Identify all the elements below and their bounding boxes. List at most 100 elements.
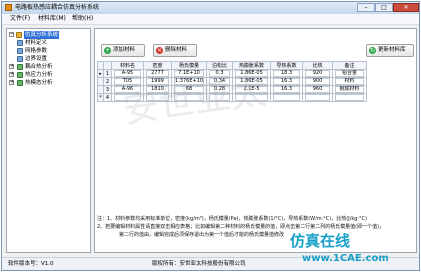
menu-help[interactable]: 帮助(H) (72, 15, 93, 23)
note-line: 2、若要编辑材料属性请直接双击相应表格；比如编辑第二种材料的杨氏模量的值，即点击… (97, 224, 385, 230)
table-cell[interactable]: 960 (302, 85, 334, 94)
maximize-button[interactable]: □ (375, 3, 393, 12)
column-header-name[interactable]: 材料名 (111, 61, 144, 70)
cell-value: 1.376E+10 (174, 78, 205, 85)
tree-item-mesh[interactable]: 网格参数 (17, 47, 89, 55)
analysis-icon (17, 64, 23, 70)
row-number: 2 (103, 77, 112, 86)
column-header-density[interactable]: 密度 (143, 61, 172, 70)
table-cell[interactable] (170, 93, 208, 102)
table-cell[interactable]: 0.28 (206, 85, 234, 94)
cell-value: 2777 (146, 70, 169, 77)
table-cell[interactable] (143, 93, 172, 102)
column-header-conductivity[interactable]: 导热系数 (270, 61, 304, 70)
cell-value: 900 (305, 78, 331, 85)
table-cell[interactable]: 920 (302, 69, 334, 78)
expand-icon[interactable]: + (9, 80, 14, 85)
table-cell[interactable]: A-95 (111, 69, 144, 78)
table-cell[interactable]: 1810 (143, 85, 172, 94)
document-icon (17, 48, 23, 54)
cell-value: 铝合金 (335, 70, 365, 77)
cell-value: 960 (305, 86, 331, 93)
tree-root[interactable]: − 仿真分析系统 (9, 31, 89, 39)
table-cell[interactable]: 钢成材料 (332, 85, 368, 94)
navigation-tree: − 仿真分析系统 材料定义 网格参数 边界设置 + 耦合热分析 + 热应力分析 … (6, 28, 91, 253)
expand-icon[interactable]: + (9, 64, 14, 69)
table-cell[interactable] (270, 93, 304, 102)
table-cell[interactable] (332, 93, 368, 102)
cell-value: T05 (114, 78, 141, 85)
cell-value: A-95 (114, 70, 141, 77)
table-cell[interactable]: 2777 (143, 69, 172, 78)
minimize-button[interactable]: – (357, 3, 375, 12)
table-cell[interactable]: 16.3 (270, 85, 304, 94)
table-row[interactable]: 3 A-96 1810 68 0.28 2.1E-5 16.3 960 钢成材料 (97, 85, 368, 94)
cell-value (146, 94, 169, 101)
cell-value: 1.86E-05 (235, 78, 269, 85)
row-number: 4 (103, 93, 112, 102)
delete-icon: × (156, 47, 163, 54)
table-cell[interactable]: 1999 (143, 77, 172, 86)
tree-item-thermal[interactable]: + 耦合热分析 (9, 63, 89, 71)
table-cell[interactable]: 0.3 (206, 69, 234, 78)
delete-material-button[interactable]: × 删除材料 (153, 44, 197, 57)
column-header-poisson[interactable]: 泊松比 (206, 61, 234, 70)
cell-value (305, 94, 331, 101)
plus-icon: + (104, 47, 111, 54)
table-cell[interactable] (302, 93, 334, 102)
table-row[interactable]: 2 T05 1999 1.376E+10 0.34 1.86E-05 16.3 900 材料 (97, 77, 368, 86)
analysis-icon (17, 72, 23, 78)
cell-value: 16.3 (273, 86, 301, 93)
tree-item-material[interactable]: 材料定义 (17, 39, 89, 47)
table-cell[interactable]: 18.3 (270, 69, 304, 78)
table-cell[interactable]: 16.3 (270, 77, 304, 86)
column-header-specific-heat[interactable]: 比热 (302, 61, 334, 70)
tree-item-modal[interactable]: + 热模态分析 (9, 79, 89, 87)
column-header-remark[interactable]: 备注 (332, 61, 368, 70)
refresh-icon: ↻ (369, 47, 376, 54)
cell-value: 1.86E-05 (235, 70, 269, 77)
table-cell[interactable]: 68 (170, 85, 208, 94)
column-header-youngs-modulus[interactable]: 杨氏模量 (170, 61, 208, 70)
table-row[interactable]: ▸ 1 A-95 2777 7.1E+10 0.3 1.86E-05 18.3 920 铝合金 (97, 69, 368, 78)
cell-value: 18.3 (273, 70, 301, 77)
table-header-row: 材料名 密度 杨氏模量 泊松比 热膨胀系数 导热系数 比热 备注 (97, 61, 368, 70)
tree-item-boundary[interactable]: 边界设置 (17, 55, 89, 63)
cell-value: 0.34 (209, 78, 231, 85)
table-cell[interactable] (111, 93, 144, 102)
table-cell[interactable]: 1.86E-05 (232, 77, 272, 86)
table-cell[interactable]: 2.1E-5 (232, 85, 272, 94)
cell-value: 68 (174, 86, 205, 93)
column-header-thermal-expansion[interactable]: 热膨胀系数 (232, 61, 272, 70)
table-cell[interactable] (232, 93, 272, 102)
row-number: 1 (103, 69, 112, 78)
menu-file[interactable]: 文件(F) (10, 15, 30, 23)
expand-icon[interactable]: + (9, 72, 14, 77)
table-cell[interactable]: 7.1E+10 (170, 69, 208, 78)
collapse-icon[interactable]: − (9, 32, 14, 37)
table-cell[interactable]: 0.34 (206, 77, 234, 86)
table-cell[interactable]: A-96 (111, 85, 144, 94)
cell-value: 1810 (146, 86, 169, 93)
table-cell[interactable]: 1.86E-05 (232, 69, 272, 78)
cell-value (114, 94, 141, 101)
cell-value (273, 94, 301, 101)
table-cell[interactable]: 材料 (332, 77, 368, 86)
column-header-index (103, 61, 112, 70)
document-icon (17, 56, 23, 62)
add-material-button[interactable]: + 添加材料 (101, 44, 145, 57)
table-cell[interactable]: T05 (111, 77, 144, 86)
tree-item-stress[interactable]: + 热应力分析 (9, 71, 89, 79)
update-library-button[interactable]: ↻ 更新材料库 (366, 44, 414, 57)
cell-value (209, 94, 231, 101)
table-cell[interactable] (206, 93, 234, 102)
table-cell[interactable]: 1.376E+10 (170, 77, 208, 86)
cell-value: 2.1E-5 (235, 86, 269, 93)
close-button[interactable]: ✕ (393, 3, 419, 12)
table-cell[interactable]: 900 (302, 77, 334, 86)
table-cell[interactable]: 铝合金 (332, 69, 368, 78)
menu-material-library[interactable]: 材料库(M) (38, 15, 66, 23)
cell-value: 材料 (335, 78, 365, 85)
cell-value: 1999 (146, 78, 169, 85)
table-row[interactable]: * 4 (97, 93, 368, 102)
